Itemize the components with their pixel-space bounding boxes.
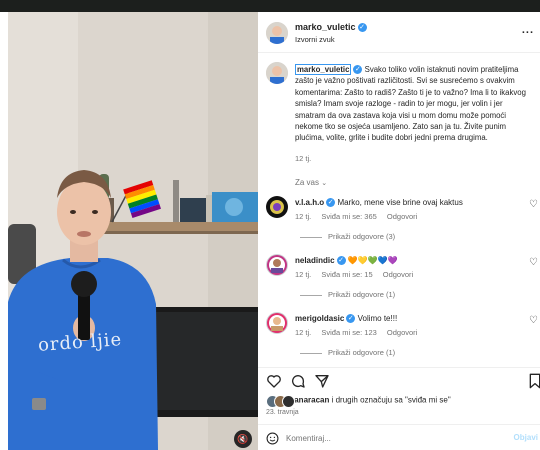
comment-likes-link[interactable]: Sviđa mi se: 123 xyxy=(321,328,376,337)
comment-timestamp: 12 tj. xyxy=(295,328,312,337)
comment-like-heart-icon[interactable]: ♡ xyxy=(529,315,538,326)
avatar-image xyxy=(266,62,288,84)
comment-text: Volimo te!!! xyxy=(357,314,398,323)
audio-label[interactable]: Izvorni zvuk xyxy=(295,35,335,44)
comment-avatar[interactable] xyxy=(266,196,288,218)
view-replies-button[interactable]: Prikaži odgovore (1) xyxy=(300,348,395,357)
caption-timestamp: 12 tj. xyxy=(295,154,312,163)
comment-username[interactable]: merigoldasic xyxy=(295,314,344,323)
emoji-icon[interactable] xyxy=(266,432,279,445)
comment-timestamp: 12 tj. xyxy=(295,212,312,221)
mute-button[interactable]: 🔇 xyxy=(234,430,252,448)
liked-by-username[interactable]: anaracan xyxy=(294,396,329,405)
username-link[interactable]: marko_vuletic xyxy=(295,22,356,32)
verified-icon: ✓ xyxy=(346,314,356,324)
top-strip xyxy=(0,0,540,12)
liked-by: anaracan i drugih označuju sa "sviđa mi … xyxy=(266,395,538,408)
reply-button[interactable]: Odgovori xyxy=(387,328,417,337)
header-divider xyxy=(258,52,540,53)
verified-icon: ✓ xyxy=(326,198,336,208)
view-replies-button[interactable]: Prikaži odgovore (1) xyxy=(300,290,395,299)
replies-line xyxy=(300,294,322,296)
reply-button[interactable]: Odgovori xyxy=(383,270,413,279)
caption: marko_vuletic ✓ Svako toliko volin istakn… xyxy=(295,64,535,144)
comment-likes-link[interactable]: Sviđa mi se: 365 xyxy=(321,212,376,221)
actions-divider xyxy=(258,367,540,368)
action-bar xyxy=(258,370,540,392)
comment-composer: Objavi xyxy=(258,426,540,450)
replies-line xyxy=(300,236,322,238)
verified-icon: ✓ xyxy=(353,65,363,75)
avatar-image xyxy=(267,255,287,275)
comment-like-heart-icon[interactable]: ♡ xyxy=(529,257,538,268)
comment-timestamp: 12 tj. xyxy=(295,270,312,279)
comment-item: neladindic ✓ 🧡💛💚💙💜 12 tj. Sviđa mi se: 15… xyxy=(258,252,540,308)
post-panel: marko_vuletic ✓ Izvorni zvuk ... marko_vu… xyxy=(258,12,540,450)
comment-username[interactable]: neladindic xyxy=(295,256,335,265)
avatar[interactable] xyxy=(266,22,288,44)
comment-avatar[interactable] xyxy=(266,312,288,334)
more-options-icon[interactable]: ... xyxy=(522,24,534,36)
view-replies-button[interactable]: Prikaži odgovore (3) xyxy=(300,232,395,241)
video-frame xyxy=(8,12,258,450)
comment-avatar[interactable] xyxy=(266,254,288,276)
caption-avatar[interactable] xyxy=(266,62,288,84)
comment-username[interactable]: v.l.a.h.o xyxy=(295,198,324,207)
caption-text: Svako toliko volin istaknuti novim prati… xyxy=(295,65,526,143)
verified-icon: ✓ xyxy=(336,256,346,266)
avatar-image xyxy=(267,197,287,217)
composer-divider xyxy=(258,424,540,425)
comment-text: Marko, mene vise brine ovaj kaktus xyxy=(337,198,463,207)
avatar-image xyxy=(267,313,287,333)
share-send-icon[interactable] xyxy=(314,373,330,389)
post-comment-button[interactable]: Objavi xyxy=(514,433,538,442)
liked-by-text[interactable]: i drugih označuju sa "sviđa mi se" xyxy=(332,396,451,405)
verified-icon: ✓ xyxy=(357,23,367,33)
video-player[interactable]: ordo ljie 🔇 xyxy=(8,12,258,450)
see-translation-link[interactable]: Za vas ⌄ xyxy=(295,178,327,187)
comment-like-heart-icon[interactable]: ♡ xyxy=(529,199,538,210)
post-date[interactable]: 23. travnja xyxy=(266,409,299,416)
like-heart-icon[interactable] xyxy=(266,373,282,389)
speaker-muted-icon: 🔇 xyxy=(237,434,249,444)
comment-item: merigoldasic ✓ Volimo te!!! 12 tj. Sviđa … xyxy=(258,310,540,366)
chevron-down-icon: ⌄ xyxy=(321,180,328,187)
replies-line xyxy=(300,352,322,354)
liked-by-avatars[interactable] xyxy=(266,395,295,408)
caption-username[interactable]: marko_vuletic xyxy=(295,64,352,75)
comment-input[interactable] xyxy=(286,431,496,445)
comment-text: 🧡💛💚💙💜 xyxy=(347,256,398,265)
comment-likes-link[interactable]: Sviđa mi se: 15 xyxy=(321,270,372,279)
comment-bubble-icon[interactable] xyxy=(290,373,306,389)
post-header: marko_vuletic ✓ Izvorni zvuk ... xyxy=(258,12,540,52)
avatar-image xyxy=(266,22,288,44)
bookmark-icon[interactable] xyxy=(528,373,540,389)
reply-button[interactable]: Odgovori xyxy=(387,212,417,221)
comment-item: v.l.a.h.o ✓ Marko, mene vise brine ovaj k… xyxy=(258,194,540,250)
